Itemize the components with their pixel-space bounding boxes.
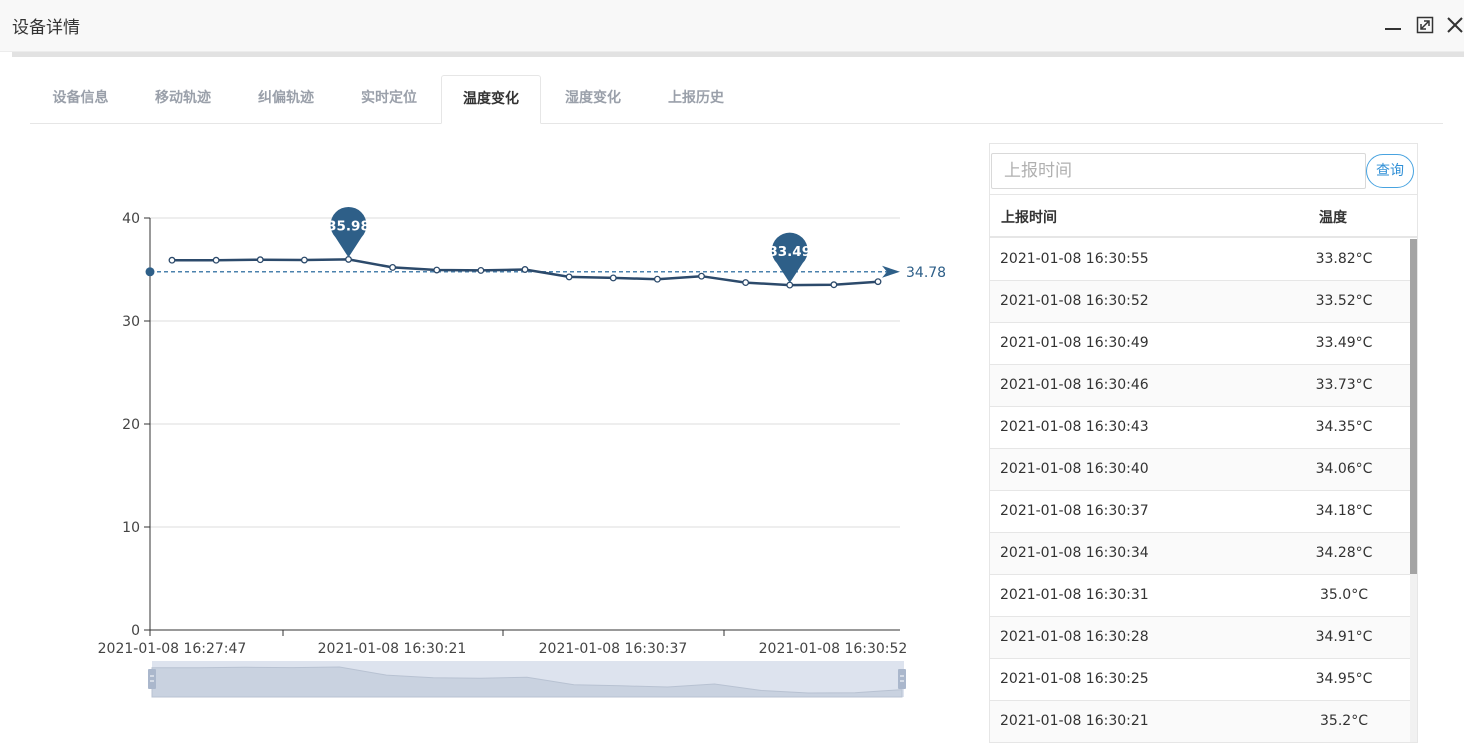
title-divider [12, 52, 1464, 57]
row-report-time: 2021-01-08 16:30:34 [1000, 545, 1149, 561]
data-point [300, 256, 308, 264]
row-report-time: 2021-01-08 16:30:55 [1000, 251, 1149, 267]
x-tick-label: 2021-01-08 16:27:47 [98, 641, 247, 657]
row-report-time: 2021-01-08 16:30:40 [1000, 461, 1149, 477]
header-report-time: 上报时间 [1001, 210, 1057, 226]
data-point [433, 266, 441, 274]
tab-realtime-location[interactable]: 实时定位 [338, 75, 440, 124]
data-point [345, 255, 352, 263]
tab-device-info[interactable]: 设备信息 [30, 75, 131, 124]
data-point [168, 256, 176, 264]
average-arrow [882, 265, 900, 278]
row-temperature: 35.2°C [1320, 713, 1368, 729]
row-temperature: 35.0°C [1320, 587, 1368, 603]
row-report-time: 2021-01-08 16:30:43 [1000, 419, 1149, 435]
data-point [256, 256, 264, 264]
report-time-input[interactable] [991, 153, 1366, 189]
close-button[interactable] [1444, 14, 1464, 36]
row-report-time: 2021-01-08 16:30:52 [1000, 293, 1149, 309]
row-report-time: 2021-01-08 16:30:25 [1000, 671, 1149, 687]
table-row[interactable]: 2021-01-08 16:30:55 33.82°C [990, 239, 1410, 281]
table-row[interactable]: 2021-01-08 16:30:21 35.2°C [990, 701, 1410, 742]
window-title: 设备详情 [12, 18, 80, 38]
tab-report-history[interactable]: 上报历史 [645, 75, 747, 124]
tab-movement-track[interactable]: 移动轨迹 [132, 75, 234, 124]
report-panel: 查询 上报时间 温度 2021-01-08 16:30:5533.82°C202… [989, 143, 1418, 743]
x-tick-label: 2021-01-08 16:30:37 [539, 641, 688, 657]
table-row[interactable]: 2021-01-08 16:30:40 34.06°C [990, 449, 1410, 491]
row-report-time: 2021-01-08 16:30:49 [1000, 335, 1149, 351]
average-label: 34.78 [906, 265, 946, 281]
data-point [609, 274, 617, 282]
maximize-icon [1416, 16, 1434, 34]
data-point [521, 266, 529, 273]
average-start-marker [145, 267, 155, 277]
datazoom-handle[interactable] [148, 669, 156, 689]
header-temperature: 温度 [1319, 210, 1347, 226]
maximize-button[interactable] [1414, 14, 1436, 36]
row-report-time: 2021-01-08 16:30:28 [1000, 629, 1149, 645]
query-button[interactable]: 查询 [1366, 154, 1414, 188]
row-report-time: 2021-01-08 16:30:37 [1000, 503, 1149, 519]
row-temperature: 33.73°C [1315, 377, 1373, 393]
table-header: 上报时间 温度 [990, 194, 1417, 238]
row-temperature: 34.18°C [1315, 503, 1373, 519]
row-temperature: 34.35°C [1315, 419, 1373, 435]
datazoom-handle[interactable] [898, 669, 906, 689]
data-point [786, 281, 794, 289]
table-row[interactable]: 2021-01-08 16:30:31 35.0°C [990, 575, 1410, 617]
table-row[interactable]: 2021-01-08 16:30:37 34.18°C [990, 491, 1410, 533]
minimize-icon [1385, 28, 1401, 30]
row-report-time: 2021-01-08 16:30:21 [1000, 713, 1149, 729]
y-tick-label: 30 [122, 314, 140, 330]
y-tick-label: 10 [122, 520, 140, 536]
x-tick-label: 2021-01-08 16:30:21 [318, 641, 467, 657]
close-icon [1447, 17, 1463, 33]
row-temperature: 33.52°C [1315, 293, 1373, 309]
data-point [565, 273, 573, 281]
y-tick-label: 40 [122, 211, 140, 227]
row-temperature: 33.49°C [1315, 335, 1373, 351]
title-bar: 设备详情 [0, 0, 1464, 52]
table-row[interactable]: 2021-01-08 16:30:43 34.35°C [990, 407, 1410, 449]
row-report-time: 2021-01-08 16:30:31 [1000, 587, 1149, 603]
row-report-time: 2021-01-08 16:30:46 [1000, 377, 1149, 393]
table-row[interactable]: 2021-01-08 16:30:25 34.95°C [990, 659, 1410, 701]
table-body: 2021-01-08 16:30:55 33.82°C 2021-01-08 16:… [990, 239, 1410, 742]
min-marker-label: 33.49 [768, 244, 811, 260]
table-row[interactable]: 2021-01-08 16:30:28 34.91°C [990, 617, 1410, 659]
tab-corrected-track[interactable]: 纠偏轨迹 [235, 75, 337, 124]
y-tick-label: 20 [122, 417, 140, 433]
row-temperature: 34.91°C [1315, 629, 1373, 645]
max-marker-label: 35.98 [327, 218, 370, 234]
tab-humidity[interactable]: 湿度变化 [542, 75, 644, 124]
row-temperature: 34.28°C [1315, 545, 1373, 561]
data-point [389, 263, 397, 271]
table-row[interactable]: 2021-01-08 16:30:46 33.73°C [990, 365, 1410, 407]
table-row[interactable]: 2021-01-08 16:30:49 33.49°C [990, 323, 1410, 365]
row-temperature: 34.06°C [1315, 461, 1373, 477]
scrollbar-thumb[interactable] [1410, 239, 1417, 574]
table-row[interactable]: 2021-01-08 16:30:34 34.28°C [990, 533, 1410, 575]
tab-temperature[interactable]: 温度变化 [441, 75, 541, 124]
data-point [477, 266, 485, 274]
minimize-button[interactable] [1382, 14, 1404, 36]
data-point [698, 272, 705, 280]
data-point [742, 279, 750, 287]
table-row[interactable]: 2021-01-08 16:30:52 33.52°C [990, 281, 1410, 323]
data-point [653, 275, 661, 283]
y-tick-label: 0 [131, 623, 140, 639]
data-point [874, 278, 882, 286]
temperature-chart: 0 10 20 30 40 2021-01-08 16:27:47 2021-01-08 1… [98, 206, 946, 698]
tab-bar: 设备信息 移动轨迹 纠偏轨迹 实时定位 温度变化 湿度变化 上报历史 [30, 75, 1443, 124]
x-tick-label: 2021-01-08 16:30:52 [759, 641, 908, 657]
data-point [212, 256, 220, 264]
row-temperature: 34.95°C [1315, 671, 1373, 687]
data-point [830, 281, 838, 289]
row-temperature: 33.82°C [1315, 251, 1373, 267]
